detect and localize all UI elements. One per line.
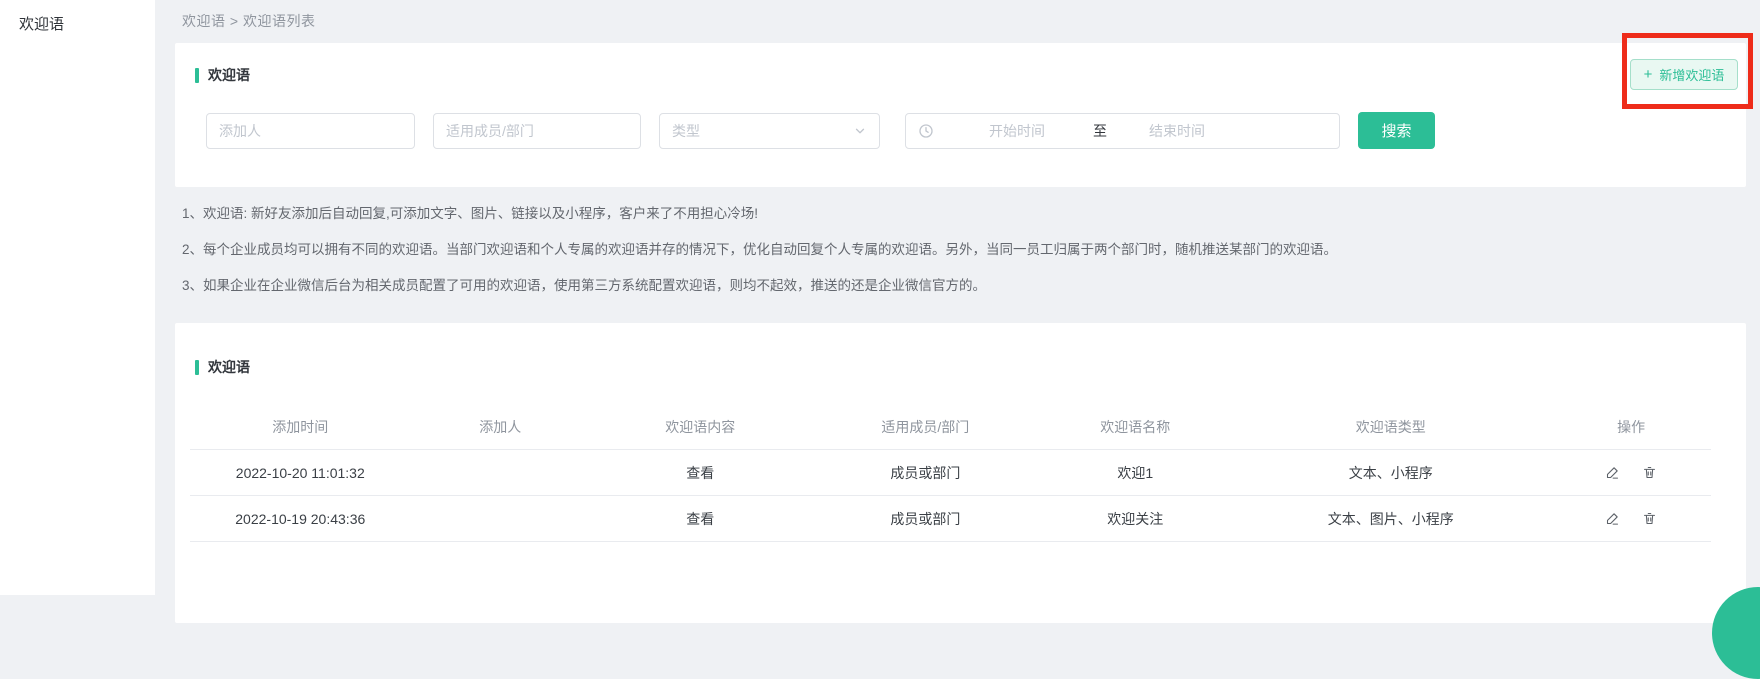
chevron-down-icon (853, 124, 867, 138)
filter-section-title: 欢迎语 (195, 65, 250, 85)
table-bottom-border (190, 541, 1711, 542)
col-header-members: 适用成员/部门 (811, 417, 1041, 437)
sidebar-item-welcome[interactable]: 欢迎语 (0, 0, 155, 34)
cell-type: 文本、小程序 (1230, 463, 1551, 483)
breadcrumb: 欢迎语 > 欢迎语列表 (182, 11, 315, 31)
table-row: 2022-10-19 20:43:36 查看 成员或部门 欢迎关注 文本、图片、… (190, 495, 1711, 541)
tip-line-3: 3、如果企业在企业微信后台为相关成员配置了可用的欢迎语，使用第三方系统配置欢迎语… (182, 268, 1337, 304)
cell-name: 欢迎关注 (1040, 509, 1230, 529)
sidebar: 欢迎语 (0, 0, 155, 595)
view-link[interactable]: 查看 (686, 511, 714, 527)
clock-icon (918, 123, 934, 139)
add-welcome-button-label: 新增欢迎语 (1659, 65, 1724, 84)
cell-type: 文本、图片、小程序 (1230, 509, 1551, 529)
tip-line-2: 2、每个企业成员均可以拥有不同的欢迎语。当部门欢迎语和个人专属的欢迎语并存的情况… (182, 232, 1337, 268)
delete-icon[interactable] (1642, 465, 1657, 480)
type-select[interactable]: 类型 (659, 113, 880, 149)
cell-members: 成员或部门 (811, 509, 1041, 529)
date-range-picker[interactable]: 开始时间 至 结束时间 (905, 113, 1340, 149)
col-header-content: 欢迎语内容 (590, 417, 811, 437)
end-time-field[interactable]: 结束时间 (1149, 121, 1205, 141)
delete-icon[interactable] (1642, 511, 1657, 526)
cell-actions (1551, 465, 1711, 480)
filter-bar: 类型 开始时间 至 结束时间 搜索 (206, 112, 1435, 149)
view-link[interactable]: 查看 (686, 465, 714, 481)
filter-section-title-label: 欢迎语 (208, 65, 250, 85)
edit-icon[interactable] (1605, 465, 1620, 480)
cell-actions (1551, 511, 1711, 526)
tip-line-1: 1、欢迎语: 新好友添加后自动回复,可添加文字、图片、链接以及小程序，客户来了不… (182, 196, 1337, 232)
cell-time: 2022-10-20 11:01:32 (190, 465, 411, 481)
section-accent-bar (195, 68, 199, 83)
table-header-row: 添加时间 添加人 欢迎语内容 适用成员/部门 欢迎语名称 欢迎语类型 操作 (190, 405, 1711, 449)
cell-name: 欢迎1 (1040, 463, 1230, 483)
col-header-actions: 操作 (1551, 417, 1711, 437)
table-section-title: 欢迎语 (195, 357, 250, 377)
add-welcome-button[interactable]: + 新增欢迎语 (1630, 59, 1738, 90)
tips-block: 1、欢迎语: 新好友添加后自动回复,可添加文字、图片、链接以及小程序，客户来了不… (182, 196, 1337, 304)
cell-members: 成员或部门 (811, 463, 1041, 483)
members-input[interactable] (433, 113, 641, 149)
col-header-type: 欢迎语类型 (1230, 417, 1551, 437)
col-header-time: 添加时间 (190, 417, 411, 437)
cell-time: 2022-10-19 20:43:36 (190, 511, 411, 527)
welcome-table: 添加时间 添加人 欢迎语内容 适用成员/部门 欢迎语名称 欢迎语类型 操作 20… (190, 405, 1711, 542)
search-button[interactable]: 搜索 (1358, 112, 1435, 149)
col-header-name: 欢迎语名称 (1040, 417, 1230, 437)
table-section-title-label: 欢迎语 (208, 357, 250, 377)
section-accent-bar (195, 360, 199, 375)
table-row: 2022-10-20 11:01:32 查看 成员或部门 欢迎1 文本、小程序 (190, 449, 1711, 495)
col-header-adder: 添加人 (411, 417, 590, 437)
start-time-field[interactable]: 开始时间 (989, 121, 1045, 141)
type-select-value: 类型 (672, 121, 700, 141)
edit-icon[interactable] (1605, 511, 1620, 526)
filter-card: 欢迎语 + 新增欢迎语 类型 开始时间 至 结束时间 搜索 (175, 43, 1746, 187)
adder-input[interactable] (206, 113, 415, 149)
date-range-separator: 至 (1093, 121, 1107, 141)
plus-icon: + (1644, 66, 1653, 83)
table-card: 欢迎语 添加时间 添加人 欢迎语内容 适用成员/部门 欢迎语名称 欢迎语类型 操… (175, 323, 1746, 623)
